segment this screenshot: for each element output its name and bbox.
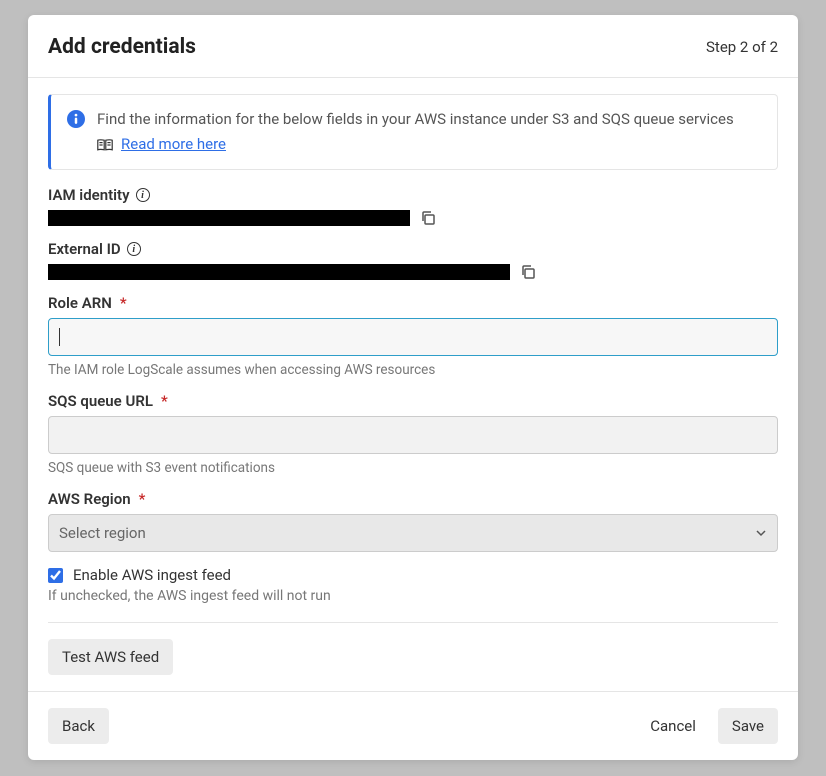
info-content: Find the information for the below field… <box>97 109 734 155</box>
modal-body: Find the information for the below field… <box>28 78 798 691</box>
add-credentials-modal: Add credentials Step 2 of 2 Find the inf… <box>28 15 798 760</box>
role-arn-help: The IAM role LogScale assumes when acces… <box>48 362 778 378</box>
cancel-button[interactable]: Cancel <box>636 708 710 744</box>
aws-region-label-text: AWS Region <box>48 490 131 508</box>
required-asterisk: * <box>120 294 127 312</box>
copy-icon[interactable] <box>520 264 536 280</box>
read-more-link[interactable]: Read more here <box>121 134 226 155</box>
footer-right: Cancel Save <box>636 708 778 744</box>
role-arn-input[interactable] <box>48 318 778 356</box>
required-asterisk: * <box>139 490 146 508</box>
book-icon <box>97 138 113 152</box>
sqs-queue-help: SQS queue with S3 event notifications <box>48 460 778 476</box>
info-circle-icon[interactable]: i <box>136 188 150 202</box>
info-box: Find the information for the below field… <box>48 94 778 170</box>
copy-icon[interactable] <box>420 210 436 226</box>
info-link-row: Read more here <box>97 134 734 155</box>
enable-feed-row: Enable AWS ingest feed <box>48 566 778 584</box>
modal-header: Add credentials Step 2 of 2 <box>28 15 798 78</box>
external-id-value-row <box>48 264 778 280</box>
info-text: Find the information for the below field… <box>97 109 734 130</box>
iam-identity-label: IAM identity i <box>48 186 778 204</box>
sqs-queue-input[interactable] <box>48 416 778 454</box>
test-aws-feed-button[interactable]: Test AWS feed <box>48 639 173 675</box>
step-indicator: Step 2 of 2 <box>706 38 778 56</box>
aws-region-field: AWS Region * Select region <box>48 490 778 552</box>
role-arn-label-text: Role ARN <box>48 294 112 312</box>
sqs-queue-label: SQS queue URL * <box>48 392 778 410</box>
role-arn-field: Role ARN * The IAM role LogScale assumes … <box>48 294 778 378</box>
info-icon <box>67 110 85 128</box>
sqs-queue-field: SQS queue URL * SQS queue with S3 event n… <box>48 392 778 476</box>
aws-region-label: AWS Region * <box>48 490 778 508</box>
aws-region-select[interactable]: Select region <box>48 514 778 552</box>
enable-feed-help: If unchecked, the AWS ingest feed will n… <box>48 588 778 604</box>
external-id-redacted <box>48 264 510 280</box>
modal-title: Add credentials <box>48 35 196 59</box>
aws-region-placeholder: Select region <box>59 524 146 542</box>
iam-identity-label-text: IAM identity <box>48 186 130 204</box>
text-cursor <box>59 328 60 346</box>
iam-identity-redacted <box>48 210 410 226</box>
external-id-label: External ID i <box>48 240 778 258</box>
enable-feed-checkbox[interactable] <box>48 568 63 583</box>
enable-feed-label: Enable AWS ingest feed <box>73 566 231 584</box>
save-button[interactable]: Save <box>718 708 778 744</box>
info-circle-icon[interactable]: i <box>127 242 141 256</box>
external-id-label-text: External ID <box>48 240 121 258</box>
iam-identity-value-row <box>48 210 778 226</box>
role-arn-label: Role ARN * <box>48 294 778 312</box>
chevron-down-icon <box>755 527 767 539</box>
divider <box>48 622 778 623</box>
sqs-queue-label-text: SQS queue URL <box>48 392 153 410</box>
back-button[interactable]: Back <box>48 708 109 744</box>
required-asterisk: * <box>161 392 168 410</box>
modal-footer: Back Cancel Save <box>28 691 798 760</box>
